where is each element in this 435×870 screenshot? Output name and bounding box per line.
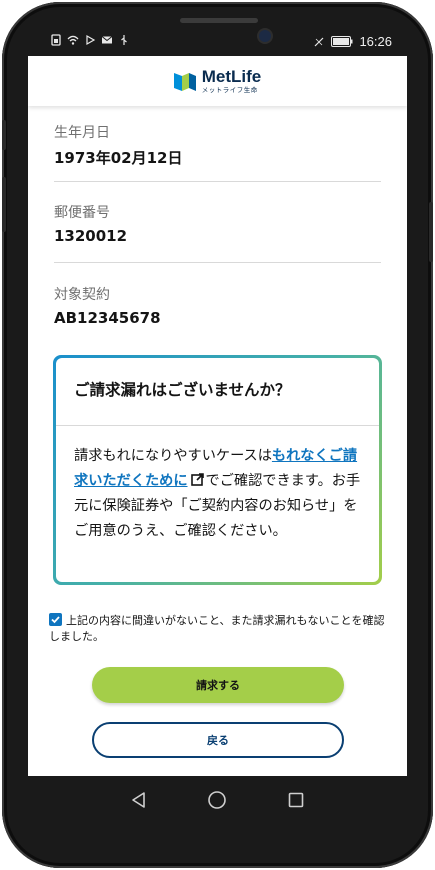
status-icons-left: [50, 34, 130, 46]
submit-claim-button[interactable]: 請求する: [92, 667, 344, 703]
status-bar: 16:26: [50, 34, 392, 52]
metlife-logo: MetLife メットライフ生命: [173, 67, 262, 95]
nav-home-icon: [208, 791, 227, 809]
notice-body: 請求もれになりやすいケースはもれなくご請求いただくために でご確認できます。お手元…: [74, 444, 364, 544]
field-value: 1320012: [54, 227, 128, 245]
status-icons-right: 16:26: [313, 34, 392, 49]
confirm-checkbox[interactable]: [49, 613, 62, 626]
notice-divider: [56, 425, 379, 426]
logo-name: MetLife: [201, 67, 262, 87]
nav-back-button[interactable]: [129, 790, 149, 810]
phone-frame: 16:26 MetLife メットライフ生命 生年月日 1973年02月12日: [2, 2, 433, 868]
usb-icon: [121, 35, 127, 45]
wifi-icon: [67, 35, 79, 45]
field-label: 対象契約: [54, 287, 110, 303]
field-label: 生年月日: [54, 125, 110, 141]
app-header: MetLife メットライフ生命: [28, 56, 407, 106]
field-value: AB12345678: [54, 309, 161, 327]
field-value: 1973年02月12日: [54, 149, 183, 167]
app-screen: MetLife メットライフ生命 生年月日 1973年02月12日 郵便番号 1…: [28, 56, 407, 776]
confirm-text: 上記の内容に間違いがないこと、また請求漏れもないことを確認しました。: [49, 614, 385, 643]
side-button: [429, 202, 433, 262]
claim-notice-card: ご請求漏れはございませんか？ 請求もれになりやすいケースはもれなくご請求いただく…: [53, 355, 382, 585]
nav-back-icon: [132, 792, 145, 808]
check-icon: [51, 616, 60, 624]
field-birthdate: 生年月日 1973年02月12日: [54, 122, 381, 168]
play-icon: [86, 34, 96, 46]
field-postal-code: 郵便番号 1320012: [54, 202, 381, 245]
mail-icon: [101, 36, 113, 44]
android-nav-bar: [28, 778, 407, 822]
external-link-icon: [190, 473, 204, 486]
divider: [54, 181, 381, 182]
divider: [54, 262, 381, 263]
logo-subtitle: メットライフ生命: [201, 86, 258, 95]
back-button[interactable]: 戻る: [92, 722, 344, 758]
nav-home-button[interactable]: [207, 790, 227, 810]
battery-icon: [331, 36, 353, 47]
status-time: 16:26: [359, 34, 392, 49]
field-label: 郵便番号: [54, 205, 110, 221]
metlife-logo-icon: [173, 73, 196, 91]
no-signal-icon: [315, 37, 324, 46]
confirm-row: 上記の内容に間違いがないこと、また請求漏れもないことを確認しました。: [49, 613, 385, 645]
side-button: [2, 120, 6, 150]
nav-recents-button[interactable]: [286, 790, 306, 810]
field-target-contract: 対象契約 AB12345678: [54, 284, 381, 327]
notice-title: ご請求漏れはございませんか？: [74, 381, 291, 399]
sim-icon: [51, 34, 61, 46]
earpiece: [180, 18, 258, 23]
nav-recents-icon: [288, 792, 304, 808]
side-button: [2, 177, 6, 232]
notice-body-prefix: 請求もれになりやすいケースは: [74, 448, 272, 464]
